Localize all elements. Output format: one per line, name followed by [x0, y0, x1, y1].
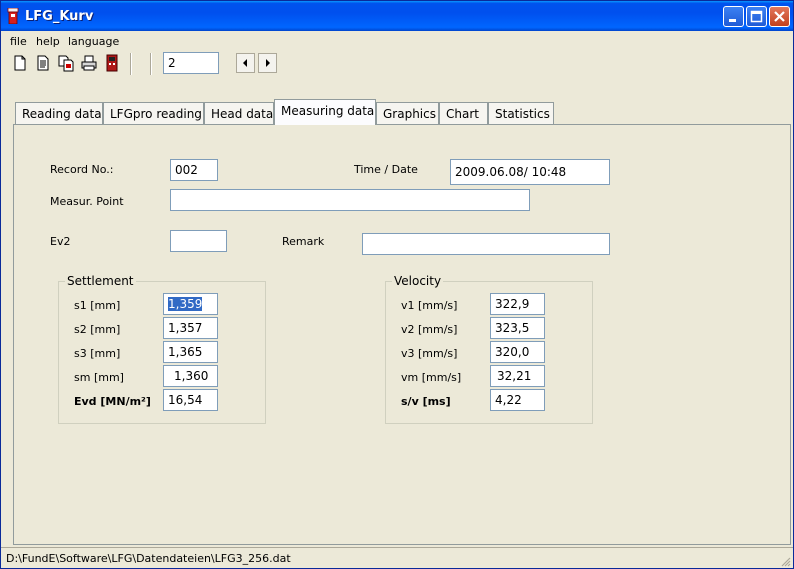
sm-label: sm [mm] — [74, 371, 124, 384]
device-icon[interactable] — [103, 54, 121, 72]
tab-chart[interactable]: Chart — [439, 102, 488, 124]
v3-label: v3 [mm/s] — [401, 347, 458, 360]
measuring-data-panel: Record No.: 002 Time / Date 2009.06.08/ … — [13, 124, 791, 545]
ev2-label: Ev2 — [50, 235, 71, 248]
s2-field[interactable]: 1,357 — [163, 317, 218, 339]
close-icon — [774, 11, 785, 22]
tab-statistics[interactable]: Statistics — [488, 102, 554, 124]
tab-strip: Reading data LFGpro reading Head data Me… — [13, 99, 793, 125]
new-file-icon[interactable] — [11, 54, 29, 72]
toolbar-separator — [150, 53, 152, 75]
vm-field[interactable]: 32,21 — [490, 365, 545, 387]
time-date-label: Time / Date — [354, 163, 418, 176]
v1-label: v1 [mm/s] — [401, 299, 458, 312]
menu-bar: file help language — [1, 31, 793, 51]
s3-label: s3 [mm] — [74, 347, 121, 360]
vm-label: vm [mm/s] — [401, 371, 462, 384]
velocity-group: Velocity v1 [mm/s] 322,9 v2 [mm/s] 323,5… — [385, 274, 593, 424]
arrow-right-icon — [266, 59, 270, 67]
time-date-field[interactable]: 2009.06.08/ 10:48 — [450, 159, 610, 185]
toolbar-separator — [130, 53, 132, 75]
remark-field[interactable] — [362, 233, 610, 255]
v2-label: v2 [mm/s] — [401, 323, 458, 336]
settlement-title: Settlement — [65, 274, 136, 288]
record-number-input[interactable]: 2 — [163, 52, 219, 74]
sv-label: s/v [ms] — [401, 395, 451, 408]
settlement-group: Settlement s1 [mm] 1,359 s2 [mm] 1,357 s… — [58, 274, 266, 424]
s1-value: 1,359 — [168, 297, 203, 311]
toolbar: 2 — [1, 51, 793, 77]
print-icon[interactable] — [80, 54, 98, 72]
save-file-icon[interactable] — [57, 54, 75, 72]
velocity-title: Velocity — [392, 274, 444, 288]
close-button[interactable] — [769, 6, 790, 27]
record-no-field[interactable]: 002 — [170, 159, 218, 181]
v3-field[interactable]: 320,0 — [490, 341, 545, 363]
record-no-label: Record No.: — [50, 163, 114, 176]
v2-field[interactable]: 323,5 — [490, 317, 545, 339]
remark-label: Remark — [282, 235, 325, 248]
tab-reading-data[interactable]: Reading data — [15, 102, 103, 124]
arrow-left-icon — [243, 59, 247, 67]
v1-field[interactable]: 322,9 — [490, 293, 545, 315]
menu-language[interactable]: language — [68, 35, 119, 48]
menu-file[interactable]: file — [10, 35, 27, 48]
open-file-icon[interactable] — [34, 54, 52, 72]
maximize-button[interactable] — [746, 6, 767, 27]
minimize-icon — [729, 19, 736, 22]
status-bar: D:\FundE\Software\LFG\Datendateien\LFG3_… — [1, 547, 793, 568]
file-path: D:\FundE\Software\LFG\Datendateien\LFG3_… — [6, 552, 291, 565]
tab-head-data[interactable]: Head data — [204, 102, 274, 124]
measur-point-field[interactable] — [170, 189, 530, 211]
sv-field[interactable]: 4,22 — [490, 389, 545, 411]
title-bar[interactable]: LFG_Kurv — [1, 1, 793, 31]
measur-point-label: Measur. Point — [50, 195, 124, 208]
sm-field[interactable]: 1,360 — [163, 365, 218, 387]
previous-record-button[interactable] — [236, 53, 255, 73]
next-record-button[interactable] — [258, 53, 277, 73]
evd-label: Evd [MN/m²] — [74, 395, 151, 408]
maximize-icon — [750, 10, 763, 23]
ev2-field[interactable] — [170, 230, 227, 252]
tab-graphics[interactable]: Graphics — [376, 102, 439, 124]
s2-label: s2 [mm] — [74, 323, 121, 336]
evd-field[interactable]: 16,54 — [163, 389, 218, 411]
app-window: LFG_Kurv file help language 2 Reading da… — [0, 0, 794, 569]
s1-label: s1 [mm] — [74, 299, 121, 312]
window-title: LFG_Kurv — [25, 9, 94, 24]
minimize-button[interactable] — [723, 6, 744, 27]
s3-field[interactable]: 1,365 — [163, 341, 218, 363]
app-icon — [7, 8, 19, 24]
s1-field[interactable]: 1,359 — [163, 293, 218, 315]
resize-grip-icon[interactable] — [779, 555, 791, 567]
tab-lfgpro-reading[interactable]: LFGpro reading — [103, 102, 204, 124]
tab-measuring-data[interactable]: Measuring data — [274, 99, 376, 125]
menu-help[interactable]: help — [36, 35, 60, 48]
